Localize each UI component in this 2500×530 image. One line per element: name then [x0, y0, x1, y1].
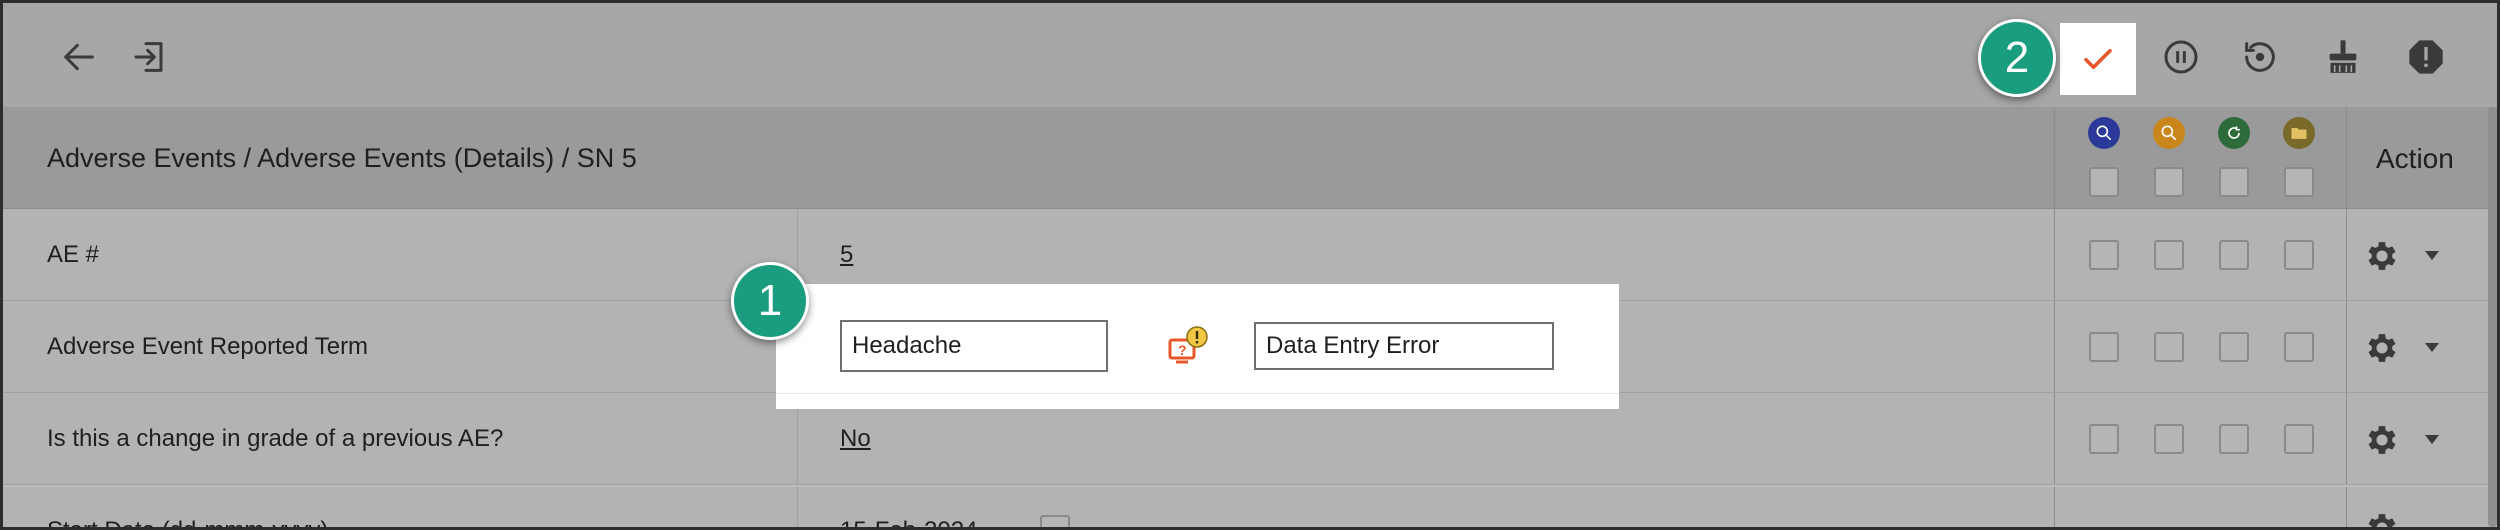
- sign-in-icon[interactable]: [127, 33, 175, 81]
- column-divider: [2346, 487, 2347, 527]
- sdv-icon: [2088, 117, 2120, 149]
- row-checkbox[interactable]: [2219, 332, 2249, 362]
- calendar-checkbox[interactable]: [1040, 515, 1070, 527]
- row-checkbox[interactable]: [2154, 424, 2184, 454]
- edit-panel: ?: [776, 284, 1619, 409]
- column-divider: [2054, 107, 2055, 208]
- broom-icon[interactable]: [2319, 33, 2367, 81]
- row-label: Adverse Event Reported Term: [47, 333, 369, 360]
- row-label: Is this a change in grade of a previous …: [47, 425, 504, 452]
- column-divider: [2054, 209, 2055, 300]
- row-checkbox[interactable]: [2154, 240, 2184, 270]
- row-value-link[interactable]: 5: [840, 241, 853, 269]
- restore-icon[interactable]: [2236, 33, 2284, 81]
- row-checkbox[interactable]: [2284, 332, 2314, 362]
- arrow-left-icon[interactable]: [55, 33, 103, 81]
- divider: [776, 393, 1619, 394]
- alert-octagon-icon[interactable]: [2402, 33, 2450, 81]
- chevron-down-icon[interactable]: [2424, 341, 2440, 353]
- breadcrumb: Adverse Events / Adverse Events (Details…: [47, 143, 637, 173]
- table-row: Start Date (dd-mmm-yyyy) 15-Feb-2024: [3, 487, 2497, 530]
- column-divider: [797, 487, 798, 527]
- gear-icon[interactable]: [2363, 421, 2401, 459]
- column-divider: [2346, 107, 2347, 208]
- action-column-title: Action: [2376, 143, 2454, 174]
- folder-icon: [2283, 117, 2315, 149]
- table-header: Adverse Events / Adverse Events (Details…: [3, 107, 2497, 209]
- checkmark-icon: [2084, 48, 2112, 70]
- reason-alert-icon[interactable]: ?: [1166, 326, 1210, 370]
- chevron-down-icon[interactable]: [2424, 249, 2440, 261]
- review-icon: [2218, 117, 2250, 149]
- row-label: Start Date (dd-mmm-yyyy): [47, 517, 328, 527]
- column-divider: [2346, 301, 2347, 392]
- reason-for-change-input[interactable]: [1254, 322, 1554, 370]
- column-divider: [2054, 393, 2055, 484]
- gear-icon[interactable]: [2363, 509, 2401, 530]
- header-checkbox[interactable]: [2154, 167, 2184, 197]
- row-checkbox[interactable]: [2219, 424, 2249, 454]
- row-value-link[interactable]: No: [840, 425, 871, 453]
- gear-icon[interactable]: [2363, 237, 2401, 275]
- row-value: 15-Feb-2024: [840, 517, 977, 527]
- column-divider: [2054, 301, 2055, 392]
- row-checkbox[interactable]: [2284, 424, 2314, 454]
- gear-icon[interactable]: [2363, 329, 2401, 367]
- callout-badge-1: 1: [731, 262, 809, 340]
- column-divider: [2346, 393, 2347, 484]
- vertical-scrollbar[interactable]: [2488, 107, 2497, 527]
- svg-text:?: ?: [1178, 342, 1187, 358]
- chevron-down-icon[interactable]: [2424, 433, 2440, 445]
- column-divider: [2346, 209, 2347, 300]
- row-checkbox[interactable]: [2089, 424, 2119, 454]
- column-divider: [2054, 487, 2055, 527]
- header-checkbox[interactable]: [2089, 167, 2119, 197]
- row-checkbox[interactable]: [2154, 332, 2184, 362]
- top-toolbar: [3, 3, 2497, 107]
- app-window: Adverse Events / Adverse Events (Details…: [0, 0, 2500, 530]
- row-checkbox[interactable]: [2089, 240, 2119, 270]
- query-icon: [2153, 117, 2185, 149]
- pause-circle-icon[interactable]: [2157, 33, 2205, 81]
- reported-term-input[interactable]: [840, 320, 1108, 372]
- row-checkbox[interactable]: [2219, 240, 2249, 270]
- row-checkbox[interactable]: [2284, 240, 2314, 270]
- row-label: AE #: [47, 241, 100, 268]
- header-checkbox[interactable]: [2219, 167, 2249, 197]
- row-checkbox[interactable]: [2089, 332, 2119, 362]
- header-checkbox[interactable]: [2284, 167, 2314, 197]
- callout-badge-2: 2: [1978, 19, 2056, 97]
- confirm-button[interactable]: [2060, 23, 2136, 95]
